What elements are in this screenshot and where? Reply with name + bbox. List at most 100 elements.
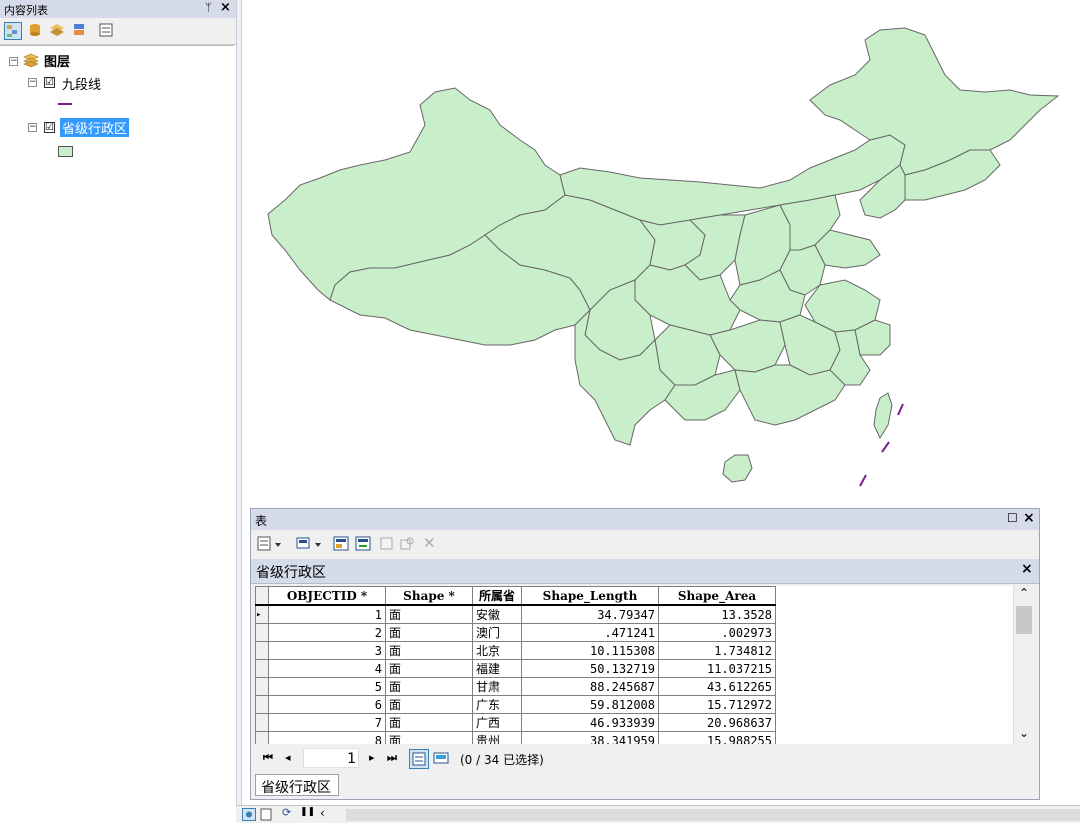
cell-shape-length[interactable]: 34.79347	[521, 604, 659, 624]
cell-shape[interactable]: 面	[385, 623, 473, 642]
zoom-to-selected-icon[interactable]	[399, 536, 415, 552]
table-row[interactable]: 5 面甘肃 88.245687 43.612265	[255, 677, 776, 696]
row-selector[interactable]	[255, 731, 269, 744]
row-selector[interactable]	[255, 641, 269, 660]
cell-shape-area[interactable]: 43.612265	[658, 677, 776, 696]
row-selector[interactable]	[255, 659, 269, 678]
cell-objectid[interactable]: 1	[268, 604, 386, 624]
clear-selection-icon[interactable]	[379, 536, 395, 552]
table-row[interactable]: ▸ 1 面安徽 34.79347 13.3528	[255, 604, 776, 624]
cell-shape-length[interactable]: 88.245687	[521, 677, 659, 696]
cell-shape-length[interactable]: 59.812008	[521, 695, 659, 714]
column-header-shape[interactable]: Shape *	[385, 586, 473, 606]
vertical-scrollbar[interactable]: ⌃ ⌄	[1013, 586, 1034, 744]
row-selector-header[interactable]	[255, 586, 269, 606]
cell-province[interactable]: 甘肃	[472, 677, 522, 696]
cell-shape[interactable]: 面	[385, 659, 473, 678]
table-row[interactable]: 6 面广东 59.812008 15.712972	[255, 695, 776, 714]
layout-view-icon[interactable]	[260, 808, 272, 821]
cell-shape-length[interactable]: .471241	[521, 623, 659, 642]
close-icon[interactable]: ×	[1023, 510, 1035, 526]
list-by-selection-button[interactable]	[71, 22, 89, 40]
cell-province[interactable]: 安徽	[472, 604, 522, 624]
cell-shape[interactable]: 面	[385, 713, 473, 732]
scroll-thumb[interactable]	[1016, 606, 1032, 634]
list-by-drawing-order-button[interactable]	[4, 22, 22, 40]
table-row[interactable]: 8 面贵州 38.341959 15.988255	[255, 731, 776, 744]
cell-objectid[interactable]: 7	[268, 713, 386, 732]
table-row[interactable]: 7 面广西 46.933939 20.968637	[255, 713, 776, 732]
cell-province[interactable]: 澳门	[472, 623, 522, 642]
cell-shape-area[interactable]: 13.3528	[658, 604, 776, 624]
scroll-up-icon[interactable]: ⌃	[1019, 586, 1029, 600]
cell-shape-length[interactable]: 10.115308	[521, 641, 659, 660]
layer-visibility-checkbox[interactable]: ☑	[44, 122, 55, 133]
cell-shape[interactable]: 面	[385, 604, 473, 624]
cell-shape-length[interactable]: 38.341959	[521, 731, 659, 744]
cell-shape-area[interactable]: 1.734812	[658, 641, 776, 660]
cell-shape-length[interactable]: 46.933939	[521, 713, 659, 732]
row-selector[interactable]	[255, 713, 269, 732]
table-row[interactable]: 4 面福建 50.132719 11.037215	[255, 659, 776, 678]
row-selector[interactable]	[255, 695, 269, 714]
row-selector[interactable]	[255, 677, 269, 696]
options-button[interactable]	[98, 22, 116, 40]
close-table-icon[interactable]: ×	[1021, 561, 1033, 577]
delete-selected-icon[interactable]: ✕	[423, 534, 436, 552]
table-options-icon[interactable]	[257, 536, 283, 552]
refresh-icon[interactable]: ⟳	[282, 806, 291, 819]
horizontal-scrollbar[interactable]	[346, 809, 1080, 821]
cell-shape[interactable]: 面	[385, 731, 473, 744]
scroll-down-icon[interactable]: ⌄	[1019, 726, 1029, 740]
cell-shape-area[interactable]: 11.037215	[658, 659, 776, 678]
row-selector[interactable]	[255, 623, 269, 642]
last-record-button[interactable]: ⏭	[387, 751, 397, 765]
collapse-toggle-provinces[interactable]: −	[28, 123, 37, 132]
cell-shape[interactable]: 面	[385, 641, 473, 660]
list-by-source-button[interactable]	[27, 22, 45, 40]
related-tables-icon[interactable]	[295, 536, 323, 552]
previous-record-button[interactable]: ◂	[285, 751, 291, 764]
column-header-province[interactable]: 所属省	[472, 586, 522, 606]
current-record-input[interactable]: 1	[303, 748, 359, 768]
cell-shape-area[interactable]: 20.968637	[658, 713, 776, 732]
cell-objectid[interactable]: 8	[268, 731, 386, 744]
layer-name-provinces[interactable]: 省级行政区	[60, 118, 130, 137]
cell-province[interactable]: 广西	[472, 713, 522, 732]
collapse-toggle-nine-dash[interactable]: −	[28, 78, 37, 87]
data-view-icon[interactable]	[242, 808, 256, 821]
cell-shape[interactable]: 面	[385, 677, 473, 696]
cell-objectid[interactable]: 4	[268, 659, 386, 678]
scroll-left-icon[interactable]: ‹	[320, 806, 325, 820]
pause-drawing-icon[interactable]: ❚❚	[300, 807, 315, 817]
close-icon[interactable]: ×	[220, 0, 231, 15]
pin-icon[interactable]: ᛘ	[205, 1, 212, 14]
column-header-objectid[interactable]: OBJECTID *	[268, 586, 386, 606]
map-view[interactable]	[242, 0, 1080, 505]
row-selector[interactable]: ▸	[255, 604, 269, 624]
column-header-shape-length[interactable]: Shape_Length	[521, 586, 659, 606]
cell-province[interactable]: 贵州	[472, 731, 522, 744]
list-by-visibility-button[interactable]	[49, 22, 67, 40]
cell-objectid[interactable]: 3	[268, 641, 386, 660]
switch-selection-icon[interactable]	[355, 536, 373, 552]
cell-shape-area[interactable]: 15.712972	[658, 695, 776, 714]
table-row[interactable]: 3 面北京 10.115308 1.734812	[255, 641, 776, 660]
cell-objectid[interactable]: 6	[268, 695, 386, 714]
cell-province[interactable]: 广东	[472, 695, 522, 714]
layer-visibility-checkbox[interactable]: ☑	[44, 77, 55, 88]
select-by-attributes-icon[interactable]	[333, 536, 351, 552]
cell-shape-area[interactable]: .002973	[658, 623, 776, 642]
next-record-button[interactable]: ▸	[369, 751, 375, 764]
cell-province[interactable]: 福建	[472, 659, 522, 678]
layer-name-nine-dash[interactable]: 九段线	[62, 74, 101, 93]
first-record-button[interactable]: ⏮	[263, 751, 273, 765]
cell-shape[interactable]: 面	[385, 695, 473, 714]
table-tab[interactable]: 省级行政区	[255, 774, 339, 796]
cell-province[interactable]: 北京	[472, 641, 522, 660]
show-all-records-icon[interactable]	[409, 749, 429, 769]
cell-shape-length[interactable]: 50.132719	[521, 659, 659, 678]
table-row[interactable]: 2 面澳门 .471241.002973	[255, 623, 776, 642]
maximize-icon[interactable]: ☐	[1007, 511, 1018, 525]
cell-objectid[interactable]: 2	[268, 623, 386, 642]
